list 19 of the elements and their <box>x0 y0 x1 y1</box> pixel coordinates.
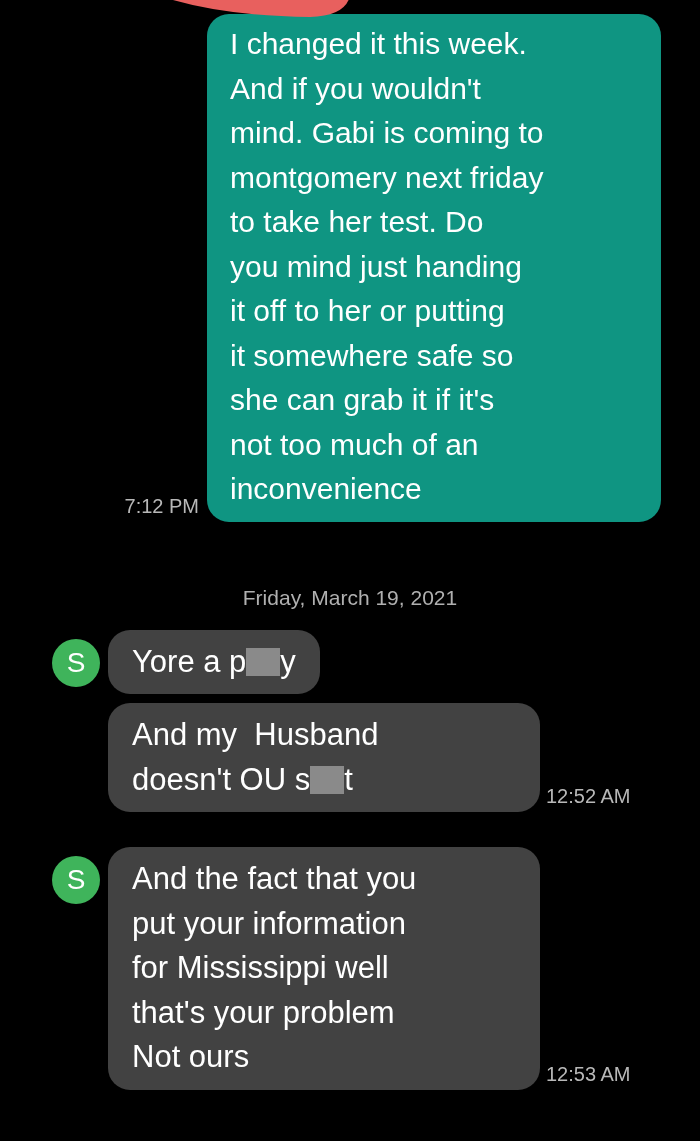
message-text: put your information <box>132 905 406 942</box>
message-text: y <box>280 643 296 680</box>
avatar[interactable]: S <box>52 856 100 904</box>
message-time: 12:52 AM <box>546 785 631 808</box>
date-divider: Friday, March 19, 2021 <box>242 585 458 610</box>
message-time: 12:53 AM <box>546 1062 631 1086</box>
message-text: And the fact that you <box>132 861 417 898</box>
message-text: I changed it this week. And if you wouldn't mind. Gabi is coming to montgomery next friday to take her test. Do you mind just handing it off to her or putting it somewhere safe so she can grab it if it's not too much of an inconvenience <box>230 26 545 507</box>
avatar[interactable]: S <box>52 638 100 687</box>
message-text: t <box>344 761 353 798</box>
message-text: Yore a p <box>132 643 247 680</box>
message-text: doesn't OU s <box>132 761 311 798</box>
censor-mark <box>310 765 345 794</box>
message-time: 7:12 PM <box>124 494 199 518</box>
message-text: Not ours <box>132 1039 250 1076</box>
message-text: that's your problem <box>132 994 395 1031</box>
message-text: And my Husband <box>132 717 379 754</box>
censor-mark <box>246 647 281 676</box>
message-text: for Mississippi well <box>132 950 389 987</box>
